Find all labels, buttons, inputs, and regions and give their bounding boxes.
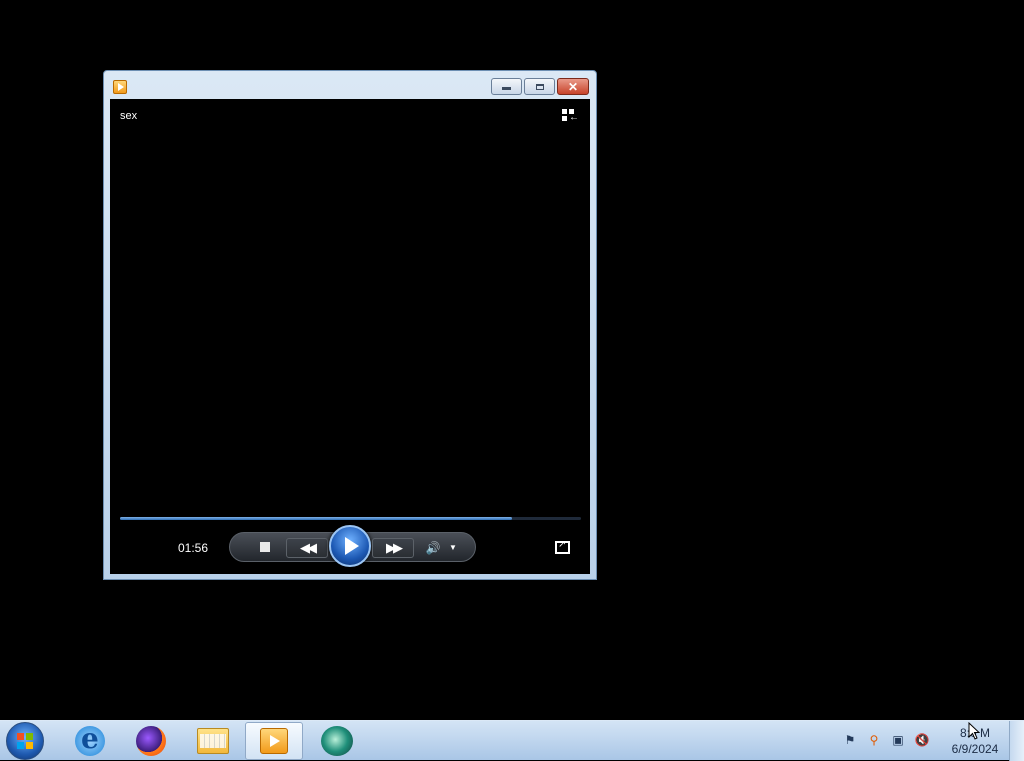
stop-button[interactable] xyxy=(257,539,273,555)
start-button[interactable] xyxy=(6,722,44,760)
close-button[interactable]: ✕ xyxy=(557,78,589,95)
minimize-button[interactable] xyxy=(491,78,522,95)
windows-media-player-icon[interactable] xyxy=(113,80,127,94)
taskbar-internet-explorer[interactable] xyxy=(61,722,119,760)
taskbar: ⚑ ⚲ ▣ 🔇 8:0 M 6/9/2024 xyxy=(0,720,1024,761)
mute-button[interactable]: 🔊 xyxy=(423,539,443,557)
volume-dropdown[interactable]: ▼ xyxy=(448,541,458,553)
speaker-icon: 🔊 xyxy=(425,541,441,555)
maximize-button[interactable] xyxy=(524,78,555,95)
taskbar-app[interactable] xyxy=(308,722,366,760)
title-bar[interactable]: ✕ xyxy=(104,71,596,99)
close-icon: ✕ xyxy=(567,79,579,94)
search-icon[interactable]: ⚲ xyxy=(866,732,882,748)
action-center-flag-icon[interactable]: ⚑ xyxy=(842,732,858,748)
playback-controls: ◀◀ ▶▶ 🔊 ▼ xyxy=(229,525,476,567)
app-icon xyxy=(321,726,353,756)
windows-media-player-icon xyxy=(260,728,288,754)
switch-to-library-icon[interactable]: ← xyxy=(562,109,580,123)
chevron-down-icon: ▼ xyxy=(449,542,457,552)
rewind-icon: ◀◀ xyxy=(300,540,317,555)
stop-icon xyxy=(260,542,270,552)
mouse-cursor-icon xyxy=(968,722,980,740)
taskbar-windows-media-player[interactable] xyxy=(245,722,303,760)
elapsed-time: 01:56 xyxy=(178,541,209,555)
next-button[interactable]: ▶▶ xyxy=(372,538,414,558)
notification-area: ⚑ ⚲ ▣ 🔇 xyxy=(842,732,930,748)
previous-button[interactable]: ◀◀ xyxy=(286,538,328,558)
clock-date: 6/9/2024 xyxy=(951,742,999,756)
video-area[interactable]: sex ← 01:56 ◀◀ ▶▶ 🔊 ▼ xyxy=(110,99,590,574)
windows-logo-icon xyxy=(17,733,33,749)
seek-bar-progress xyxy=(120,517,512,520)
taskbar-windows-explorer[interactable] xyxy=(184,722,242,760)
volume-muted-icon[interactable]: 🔇 xyxy=(914,732,930,748)
show-desktop-button[interactable] xyxy=(1009,721,1024,761)
firefox-icon xyxy=(136,726,166,756)
media-title: sex xyxy=(120,110,138,122)
play-button[interactable] xyxy=(329,525,371,567)
fullscreen-icon[interactable] xyxy=(555,539,570,554)
minimize-icon xyxy=(502,87,511,90)
caption-buttons: ✕ xyxy=(491,78,589,95)
network-icon[interactable]: ▣ xyxy=(890,732,906,748)
maximize-icon xyxy=(535,83,544,90)
seek-bar[interactable] xyxy=(120,517,581,520)
taskbar-firefox[interactable] xyxy=(122,722,180,760)
fast-forward-icon: ▶▶ xyxy=(386,540,403,555)
internet-explorer-icon xyxy=(75,722,105,756)
folder-icon xyxy=(197,728,229,754)
media-player-window: ✕ sex ← 01:56 ◀◀ ▶▶ 🔊 ▼ xyxy=(103,70,597,580)
